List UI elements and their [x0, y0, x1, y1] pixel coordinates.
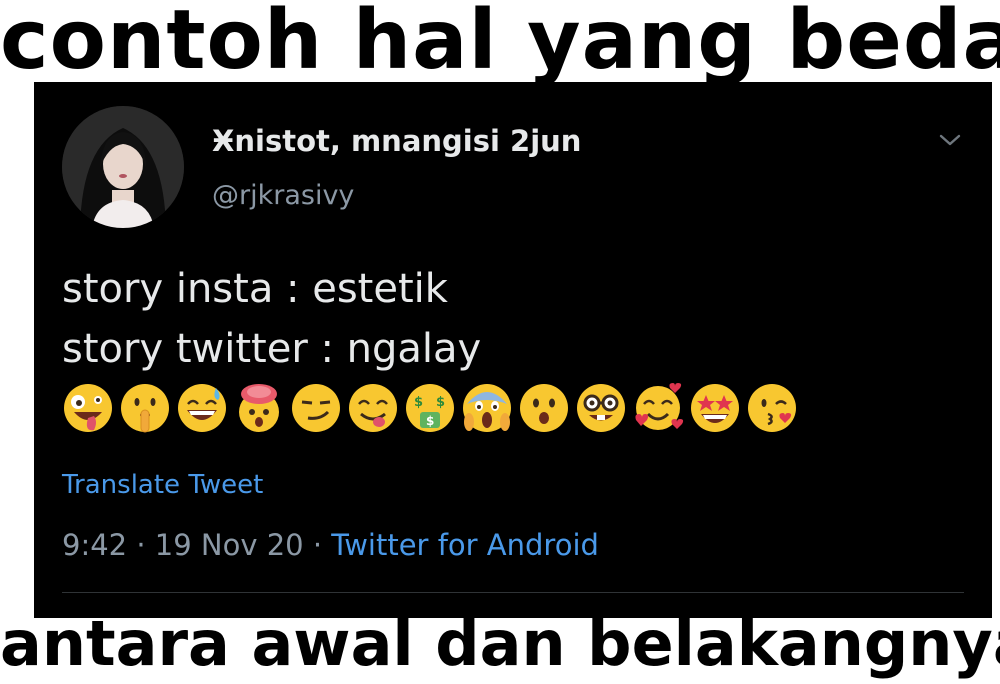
tweet-text-line-1: story insta : estetik	[62, 266, 448, 312]
face-savoring-food-icon	[349, 384, 397, 432]
tweet-date[interactable]: 19 Nov 20	[155, 528, 304, 562]
exploding-head-icon	[239, 384, 279, 432]
smiling-face-with-hearts-icon	[635, 383, 684, 430]
translate-tweet-link[interactable]: Translate Tweet	[62, 470, 263, 500]
meta-separator: ·	[136, 528, 146, 562]
display-name[interactable]: Ӿnistot, mnangisi 2jun	[212, 124, 581, 158]
emoji-row: $ $ $	[62, 382, 798, 444]
user-handle[interactable]: @rjkrasivy	[212, 180, 354, 211]
meme-caption-bottom: antara awal dan belakangnya	[0, 607, 1000, 680]
smirking-face-icon	[292, 384, 340, 432]
tweet-meta: 9:42 · 19 Nov 20 · Twitter for Android	[62, 528, 599, 562]
grinning-sweat-face-icon	[178, 384, 226, 432]
svg-text:$: $	[436, 395, 445, 410]
divider	[62, 592, 964, 593]
zany-face-icon	[64, 384, 112, 432]
star-struck-icon	[691, 384, 739, 432]
chevron-down-icon[interactable]	[936, 126, 964, 154]
screaming-face-icon	[463, 384, 511, 432]
meta-separator: ·	[312, 528, 323, 562]
face-blowing-kiss-icon	[748, 384, 796, 432]
nerd-face-icon	[577, 384, 625, 432]
tweet-text-line-2: story twitter : ngalay	[62, 326, 482, 372]
svg-text:$: $	[426, 414, 434, 428]
money-mouth-face-icon: $ $ $	[406, 384, 454, 432]
tweet-time[interactable]: 9:42	[62, 528, 127, 562]
tweet-source-link[interactable]: Twitter for Android	[331, 528, 599, 562]
avatar-image	[62, 106, 184, 228]
shushing-face-icon	[121, 384, 169, 433]
svg-text:$: $	[414, 395, 423, 410]
hushed-face-icon	[520, 384, 568, 432]
avatar[interactable]	[62, 106, 184, 228]
tweet-card[interactable]: Ӿnistot, mnangisi 2jun @rjkrasivy story …	[34, 82, 992, 618]
